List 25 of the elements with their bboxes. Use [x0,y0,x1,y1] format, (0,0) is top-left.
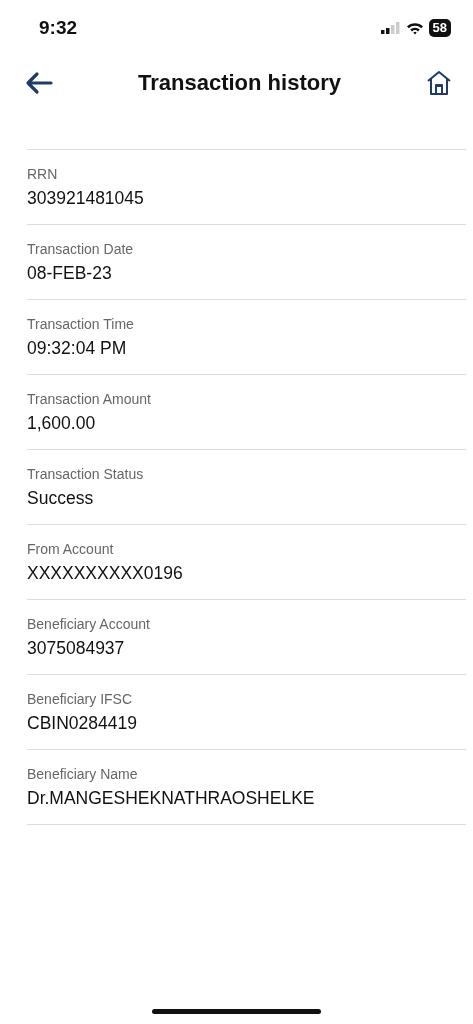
wifi-icon [405,21,424,35]
field-value: 08-FEB-23 [27,262,113,284]
field-label: RRN [27,165,59,182]
page-title: Transaction history [138,70,341,96]
status-time: 9:32 [39,17,78,39]
home-button[interactable] [425,69,453,97]
field-value: CBIN0284419 [27,712,138,734]
field-value: 09:32:04 PM [27,337,128,359]
battery-level: 58 [428,19,451,37]
field-label: From Account [27,540,115,557]
field-label: Transaction Date [27,240,135,257]
field-value: Dr.MANGESHEKNATHRAOSHELKE [27,787,316,809]
field-label: Beneficiary IFSC [27,690,134,707]
field-value: XXXXXXXXXX0196 [27,562,184,584]
field-label: Transaction Amount [27,390,152,407]
field-value: 303921481045 [27,187,145,209]
field-value: 1,600.00 [27,412,97,434]
field-label: Beneficiary Name [27,765,139,782]
field-label: Transaction Time [27,315,135,332]
back-button[interactable] [24,71,54,95]
field-value: 3075084937 [27,637,126,659]
field-value: Success [27,487,95,509]
signal-icon [380,22,401,34]
field-label: Beneficiary Account [27,615,151,632]
field-label: Transaction Status [27,465,145,482]
